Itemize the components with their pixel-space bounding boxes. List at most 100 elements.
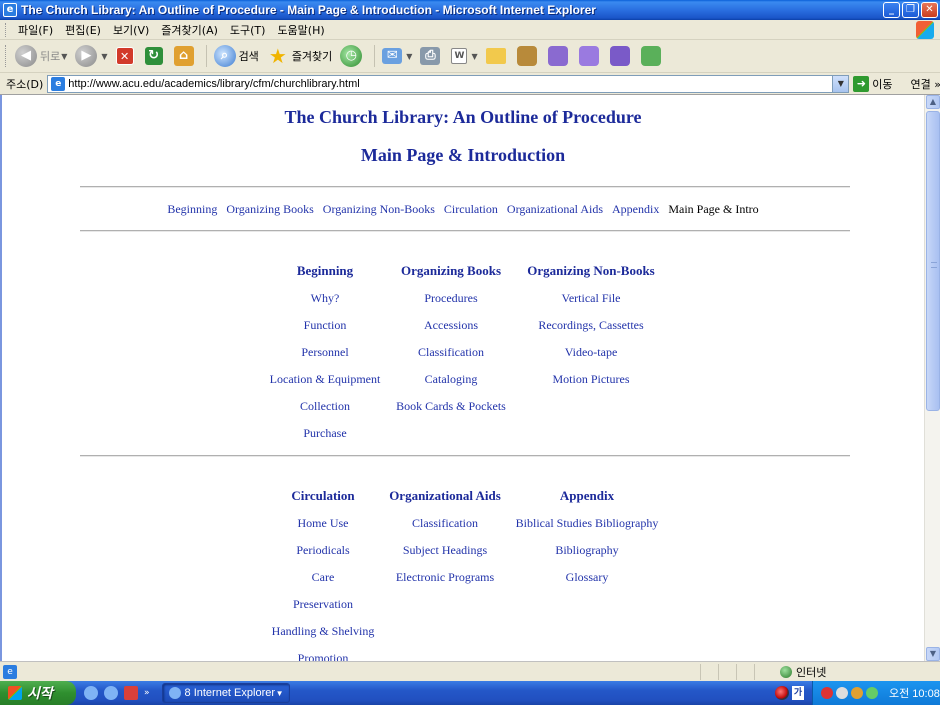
link-video-tape[interactable]: Video-tape (518, 343, 664, 370)
address-label: 주소(D) (6, 77, 44, 91)
chevron-down-icon[interactable]: ▼ (101, 52, 107, 61)
link-electronic-programs[interactable]: Electronic Programs (380, 568, 510, 595)
print-button[interactable]: ⎙ (417, 43, 446, 69)
star-icon: ★ (268, 44, 287, 68)
restore-button[interactable]: ❐ (902, 2, 919, 18)
link-subject-headings[interactable]: Subject Headings (380, 541, 510, 568)
links-button[interactable]: 연결 » (911, 76, 940, 92)
discuss-button[interactable] (483, 43, 512, 69)
menu-view[interactable]: 보기(V) (107, 22, 155, 38)
scroll-up-arrow-icon[interactable]: ▲ (926, 95, 940, 109)
favorites-label: 즐겨찾기 (291, 50, 333, 63)
stop-button[interactable]: ✕ (113, 43, 140, 69)
link-preservation[interactable]: Preservation (268, 595, 378, 622)
link-aids-classification[interactable]: Classification (380, 514, 510, 541)
nav-circulation[interactable]: Circulation (444, 202, 498, 216)
link-classification[interactable]: Classification (389, 343, 513, 370)
link-location-equipment[interactable]: Location & Equipment (265, 370, 385, 397)
menu-tools[interactable]: 도구(T) (224, 22, 272, 38)
windows-flag-icon (8, 686, 22, 700)
forward-button[interactable]: ▶ ▼ (72, 43, 110, 69)
messenger-button-3[interactable] (607, 43, 636, 69)
chevron-down-icon: ▼ (275, 688, 284, 698)
quicklaunch-expand-icon[interactable]: » (144, 688, 150, 698)
research-button[interactable] (514, 43, 543, 69)
go-button[interactable]: ➜ 이동 (853, 75, 893, 92)
link-function[interactable]: Function (265, 316, 385, 343)
browser-quicklaunch-icon[interactable] (104, 686, 118, 700)
column-beginning: Beginning Why? Function Personnel Locati… (265, 262, 385, 451)
link-procedures[interactable]: Procedures (389, 289, 513, 316)
toolbar-grip (5, 45, 8, 67)
home-button[interactable]: ⌂ (171, 43, 200, 69)
heading-organizational-aids: Organizational Aids (389, 488, 501, 503)
link-glossary[interactable]: Glossary (512, 568, 662, 595)
link-book-cards-pockets[interactable]: Book Cards & Pockets (389, 397, 513, 424)
link-promotion[interactable]: Promotion (268, 649, 378, 661)
chevron-down-icon[interactable]: ▼ (61, 52, 67, 61)
nav-organizing-non-books[interactable]: Organizing Non-Books (323, 202, 435, 216)
minimize-button[interactable]: _ (883, 2, 900, 18)
link-care[interactable]: Care (268, 568, 378, 595)
address-field[interactable]: e ▼ (47, 74, 850, 93)
menu-edit[interactable]: 편집(E) (59, 22, 107, 38)
forward-arrow-icon: ▶ (75, 45, 98, 67)
language-bar[interactable]: 가 (775, 686, 804, 700)
messenger-button-1[interactable] (545, 43, 574, 69)
edit-button[interactable]: W ▼ (448, 43, 480, 69)
address-bar: 주소(D) e ▼ ➜ 이동 연결 » (0, 73, 940, 95)
nav-appendix[interactable]: Appendix (612, 202, 659, 216)
nav-organizational-aids[interactable]: Organizational Aids (507, 202, 603, 216)
contacts-button[interactable] (638, 43, 667, 69)
link-handling-shelving[interactable]: Handling & Shelving (268, 622, 378, 649)
status-bar: e 인터넷 (0, 661, 940, 681)
url-input[interactable] (68, 77, 849, 90)
link-periodicals[interactable]: Periodicals (268, 541, 378, 568)
chevron-down-icon[interactable]: ▼ (406, 52, 412, 61)
close-button[interactable]: ✕ (921, 2, 938, 18)
chevron-down-icon[interactable]: ▼ (471, 52, 477, 61)
link-cataloging[interactable]: Cataloging (389, 370, 513, 397)
chevron-down-icon[interactable]: ▼ (832, 75, 849, 92)
taskbar-ie-group[interactable]: 8 Internet Explorer ▼ (161, 683, 290, 703)
link-motion-pictures[interactable]: Motion Pictures (518, 370, 664, 397)
link-recordings-cassettes[interactable]: Recordings, Cassettes (518, 316, 664, 343)
update-tray-icon[interactable] (866, 687, 878, 699)
link-personnel[interactable]: Personnel (265, 343, 385, 370)
menu-favorites[interactable]: 즐겨찾기(A) (155, 22, 224, 38)
link-biblical-studies-bibliography[interactable]: Biblical Studies Bibliography (512, 514, 662, 541)
link-why[interactable]: Why? (265, 289, 385, 316)
menu-file[interactable]: 파일(F) (12, 22, 59, 38)
column-organizing-books: Organizing Books Procedures Accessions C… (389, 262, 513, 424)
vertical-scrollbar[interactable]: ▲ ▼ (924, 95, 940, 661)
link-accessions[interactable]: Accessions (389, 316, 513, 343)
search-button[interactable]: ⌕ 검색 (211, 43, 262, 69)
mail-button[interactable]: ✉ ▼ (379, 43, 415, 69)
system-tray: 오전 10:08 (812, 681, 940, 705)
refresh-button[interactable]: ↻ (142, 43, 169, 69)
back-button[interactable]: ◀ 뒤로 ▼ (12, 43, 70, 69)
security-tray-icon[interactable] (821, 687, 833, 699)
heading-appendix: Appendix (559, 488, 615, 503)
menu-help[interactable]: 도움말(H) (271, 22, 330, 38)
clock: 오전 10:08 (889, 688, 940, 700)
link-bibliography[interactable]: Bibliography (512, 541, 662, 568)
messenger-button-2[interactable] (576, 43, 605, 69)
scroll-thumb[interactable] (926, 111, 940, 411)
network-tray-icon[interactable] (851, 687, 863, 699)
column-appendix: Appendix Biblical Studies Bibliography B… (512, 487, 662, 595)
link-home-use[interactable]: Home Use (268, 514, 378, 541)
nav-beginning[interactable]: Beginning (167, 202, 217, 216)
link-purchase[interactable]: Purchase (265, 424, 385, 451)
nav-organizing-books[interactable]: Organizing Books (226, 202, 313, 216)
start-button[interactable]: 시작 (0, 681, 76, 705)
link-vertical-file[interactable]: Vertical File (518, 289, 664, 316)
home-icon: ⌂ (173, 46, 194, 66)
scroll-down-arrow-icon[interactable]: ▼ (926, 647, 940, 661)
ie-quicklaunch-icon[interactable] (84, 686, 98, 700)
volume-icon[interactable] (836, 687, 848, 699)
app-quicklaunch-icon[interactable] (124, 686, 138, 700)
favorites-button[interactable]: ★ 즐겨찾기 (264, 43, 335, 69)
history-button[interactable]: ◷ (337, 43, 368, 69)
link-collection[interactable]: Collection (265, 397, 385, 424)
